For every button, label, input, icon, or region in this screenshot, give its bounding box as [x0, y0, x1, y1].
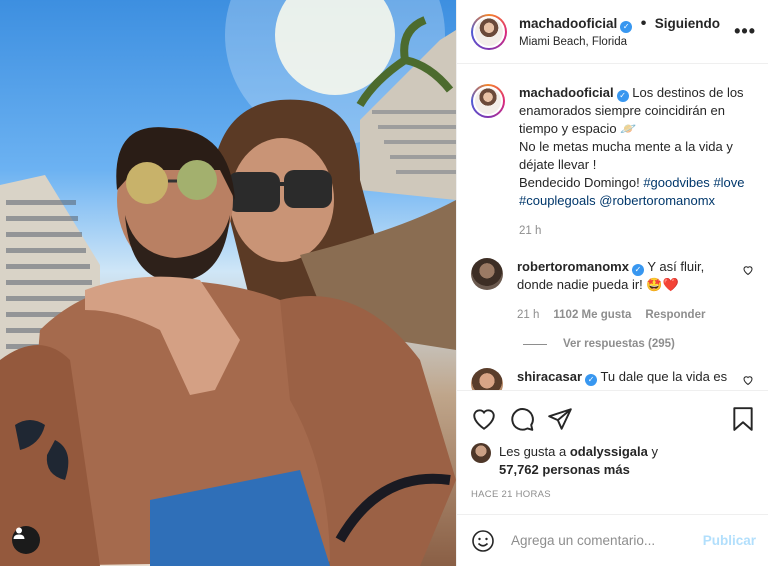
add-comment-bar: Publicar	[457, 514, 768, 566]
caption-avatar[interactable]	[471, 84, 505, 118]
liker-avatar[interactable]	[471, 443, 491, 463]
tagged-users-button[interactable]	[12, 526, 40, 554]
like-comment-heart-icon[interactable]	[742, 374, 754, 389]
hashtag-link[interactable]: #goodvibes	[643, 175, 710, 190]
emoji-smiley-icon[interactable]	[471, 529, 495, 553]
save-bookmark-icon[interactable]	[730, 406, 756, 432]
liker-username[interactable]: odalyssigala	[570, 444, 648, 459]
comment-item: shiracasar ✓ Tu dale que la vida es	[471, 368, 754, 390]
post-timestamp[interactable]: HACE 21 HORAS	[471, 489, 756, 500]
user-icon	[13, 527, 25, 539]
hashtag-link[interactable]: #love	[713, 175, 744, 190]
caption-username[interactable]: machadooficial	[519, 85, 614, 100]
likes-summary: Les gusta a odalyssigala y 57,762 person…	[471, 443, 756, 479]
like-comment-heart-icon[interactable]	[742, 264, 754, 279]
separator-dot: •	[640, 15, 647, 32]
caption-age[interactable]: 21 h	[519, 222, 541, 240]
comment-bubble-icon[interactable]	[509, 406, 535, 432]
commenter-avatar[interactable]	[471, 368, 503, 390]
comments-list[interactable]: machadooficial ✓ Los destinos de los enam…	[457, 64, 768, 390]
beach-selfie-image	[0, 0, 456, 566]
reply-button[interactable]: Responder	[645, 306, 705, 324]
likes-count[interactable]: 57,762 personas más	[499, 462, 630, 477]
like-heart-icon[interactable]	[471, 406, 497, 432]
comment-item: robertoromanomx ✓ Y así fluir, donde nadi…	[471, 258, 754, 324]
post-side-panel: machadooficial ✓ • Siguiendo Miami Beach,…	[456, 0, 768, 566]
caption: machadooficial ✓ Los destinos de los enam…	[471, 84, 754, 240]
divider-line	[523, 343, 547, 345]
commenter-avatar[interactable]	[471, 258, 503, 290]
more-options-icon[interactable]: •••	[734, 21, 756, 42]
view-replies-button[interactable]: Ver respuestas (295)	[523, 338, 754, 350]
verified-badge-icon: ✓	[585, 374, 598, 386]
hashtag-link[interactable]: #couplegoals	[519, 193, 596, 208]
comment-input[interactable]	[511, 533, 703, 548]
comment-username[interactable]: robertoromanomx	[517, 259, 629, 274]
post-actions: Les gusta a odalyssigala y 57,762 person…	[457, 390, 768, 514]
comment-age[interactable]: 21 h	[517, 306, 539, 324]
post-header: machadooficial ✓ • Siguiendo Miami Beach,…	[457, 0, 768, 64]
mention-link[interactable]: @robertoromanomx	[599, 193, 715, 208]
likes-prefix: Les gusta a	[499, 444, 570, 459]
comment-text: Tu dale que la vida es	[600, 369, 728, 384]
publish-comment-button[interactable]: Publicar	[703, 533, 756, 548]
verified-badge-icon: ✓	[616, 90, 629, 102]
comment-likes[interactable]: 1102 Me gusta	[553, 306, 631, 324]
post-location[interactable]: Miami Beach, Florida	[519, 36, 734, 48]
comment-username[interactable]: shiracasar	[517, 369, 582, 384]
author-avatar[interactable]	[471, 13, 507, 50]
view-replies-label: Ver respuestas (295)	[563, 338, 675, 350]
likes-suffix: y	[647, 444, 658, 459]
verified-badge-icon: ✓	[620, 21, 633, 33]
post-photo[interactable]	[0, 0, 456, 566]
following-button[interactable]: Siguiendo	[655, 16, 720, 31]
caption-line-2: No le metas mucha mente a la vida y déja…	[519, 139, 733, 172]
post-dialog: machadooficial ✓ • Siguiendo Miami Beach,…	[0, 0, 768, 566]
caption-line-3: Bendecido Domingo!	[519, 175, 644, 190]
author-username[interactable]: machadooficial	[519, 16, 617, 31]
verified-badge-icon: ✓	[631, 264, 644, 276]
share-send-icon[interactable]	[547, 406, 573, 432]
